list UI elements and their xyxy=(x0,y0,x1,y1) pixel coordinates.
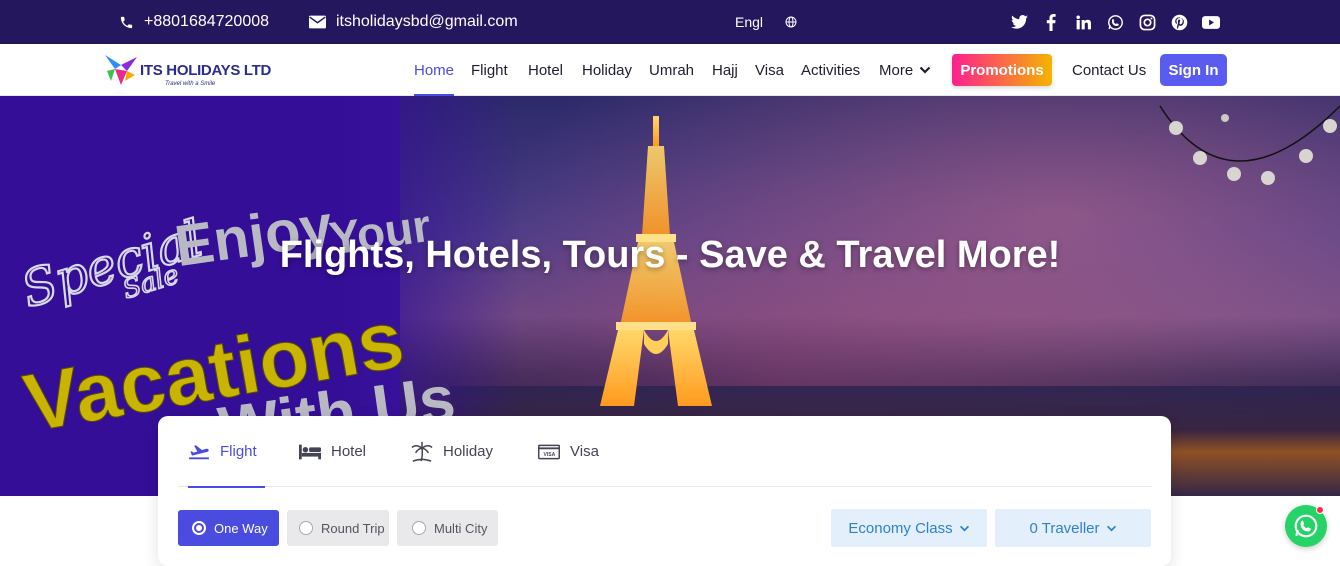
contact-us-link[interactable]: Contact Us xyxy=(1072,44,1146,96)
nav-hajj[interactable]: Hajj xyxy=(712,44,738,96)
hero-title: Flights, Hotels, Tours - Save & Travel M… xyxy=(279,234,1061,276)
traveller-dropdown[interactable]: 0 Traveller xyxy=(995,509,1151,547)
visa-card-icon: VISA xyxy=(538,444,560,459)
nav-hotel[interactable]: Hotel xyxy=(528,44,563,96)
plane-icon xyxy=(189,444,209,459)
whatsapp-icon[interactable] xyxy=(1104,11,1126,33)
social-links xyxy=(1008,0,1232,44)
pinterest-icon[interactable] xyxy=(1168,11,1190,33)
logo-mark-icon xyxy=(105,55,137,85)
nav-flight[interactable]: Flight xyxy=(471,44,508,96)
nav-umrah[interactable]: Umrah xyxy=(649,44,694,96)
palm-tree-icon xyxy=(411,441,433,462)
logo-text: ITS HOLIDAYS LTD xyxy=(140,62,272,79)
nav-visa[interactable]: Visa xyxy=(755,44,784,96)
tab-hotel[interactable]: Hotel xyxy=(299,416,366,487)
instagram-icon[interactable] xyxy=(1136,11,1158,33)
tab-holiday-label: Holiday xyxy=(443,443,494,460)
logo-tagline: Travel with a Smile xyxy=(165,81,216,87)
mail-icon xyxy=(309,15,326,29)
nav-activities[interactable]: Activities xyxy=(801,44,860,96)
tab-flight[interactable]: Flight xyxy=(188,416,265,488)
chevron-down-icon xyxy=(959,525,969,531)
traveller-value: 0 Traveller xyxy=(1029,519,1100,537)
twitter-icon[interactable] xyxy=(1008,11,1030,33)
main-nav: ITS HOLIDAYS LTD Travel with a Smile Hom… xyxy=(0,44,1340,96)
language-label: Engl xyxy=(735,14,764,30)
search-widget: Flight Hotel Holiday VISA Visa One Way R… xyxy=(158,416,1171,566)
sign-in-button[interactable]: Sign In xyxy=(1160,54,1227,86)
phone-contact[interactable]: +8801684720008 xyxy=(119,0,269,44)
phone-icon xyxy=(120,16,133,28)
nav-home[interactable]: Home xyxy=(414,44,455,96)
radio-one-way[interactable] xyxy=(192,521,206,535)
tab-visa[interactable]: VISA Visa xyxy=(538,416,599,487)
top-bar: +8801684720008 itsholidaysbd@gmail.com E… xyxy=(0,0,1340,44)
radio-round-trip[interactable] xyxy=(299,521,313,535)
nav-holiday[interactable]: Holiday xyxy=(582,44,632,96)
nav-more[interactable]: More xyxy=(879,44,931,96)
trip-multi-city[interactable]: Multi City xyxy=(397,510,498,546)
language-selector[interactable]: Engl xyxy=(735,0,797,44)
promotions-button[interactable]: Promotions xyxy=(952,54,1052,86)
cabin-class-value: Economy Class xyxy=(848,519,953,537)
trip-one-way-label: One Way xyxy=(214,520,268,536)
tab-flight-label: Flight xyxy=(220,443,257,460)
phone-number: +8801684720008 xyxy=(144,13,270,30)
facebook-icon[interactable] xyxy=(1040,11,1062,33)
trip-round-trip-label: Round Trip xyxy=(321,520,385,536)
whatsapp-icon xyxy=(1294,514,1318,538)
chevron-down-icon xyxy=(919,66,931,74)
email-address: itsholidaysbd@gmail.com xyxy=(336,13,518,30)
trip-multi-city-label: Multi City xyxy=(434,520,488,536)
nav-more-label: More xyxy=(879,61,914,79)
trip-one-way[interactable]: One Way xyxy=(178,510,279,546)
youtube-icon[interactable] xyxy=(1200,11,1222,33)
tab-visa-label: Visa xyxy=(570,443,599,460)
search-tabs: Flight Hotel Holiday VISA Visa xyxy=(178,416,1152,488)
radio-multi-city[interactable] xyxy=(412,521,426,535)
globe-icon xyxy=(785,16,797,28)
tab-hotel-label: Hotel xyxy=(331,443,367,460)
site-logo[interactable]: ITS HOLIDAYS LTD Travel with a Smile xyxy=(103,51,271,89)
chevron-down-icon xyxy=(1106,525,1116,531)
bed-icon xyxy=(299,444,321,459)
tab-holiday[interactable]: Holiday xyxy=(411,416,493,487)
email-contact[interactable]: itsholidaysbd@gmail.com xyxy=(309,0,518,44)
string-lights-decoration xyxy=(1159,105,1340,185)
cabin-class-dropdown[interactable]: Economy Class xyxy=(831,509,987,547)
linkedin-icon[interactable] xyxy=(1072,11,1094,33)
svg-text:VISA: VISA xyxy=(544,452,556,458)
trip-round-trip[interactable]: Round Trip xyxy=(287,510,389,546)
notification-dot xyxy=(1316,506,1324,514)
